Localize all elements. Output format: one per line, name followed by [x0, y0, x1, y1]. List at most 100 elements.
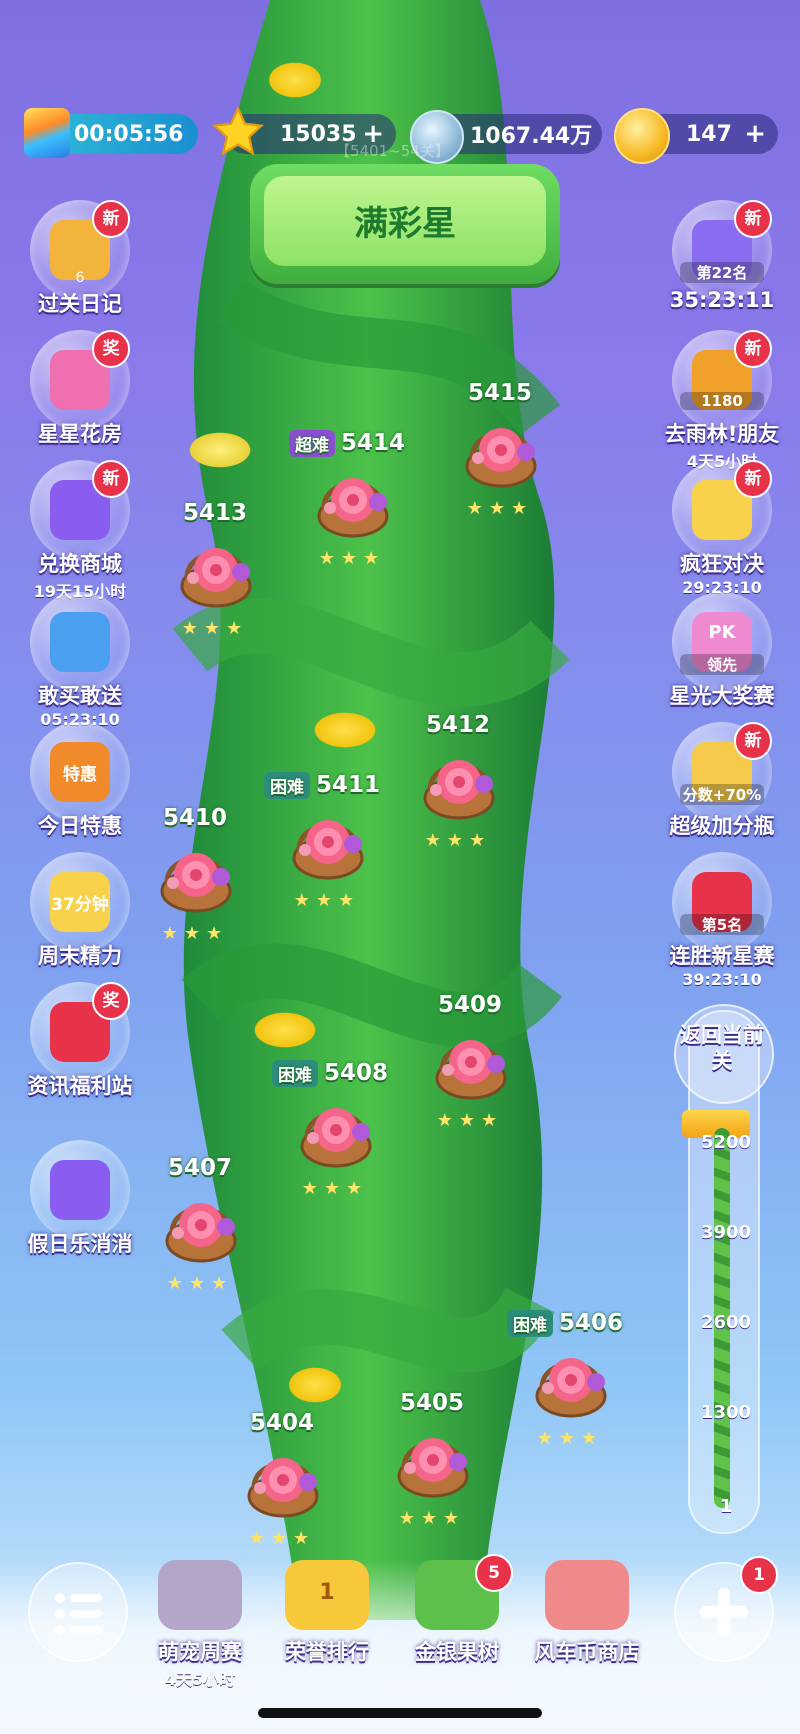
- feature-news-welfare[interactable]: 奖资讯福利站: [20, 982, 140, 1100]
- level-node-5407[interactable]: 5407 ★★★: [150, 1155, 250, 1325]
- difficulty-tag: 困难: [271, 1060, 318, 1087]
- level-node-5413[interactable]: 5413 ★★★: [165, 500, 265, 670]
- feature-badge: 新: [734, 200, 772, 238]
- flower-basket-icon: [285, 802, 371, 882]
- feature-star-flower-house[interactable]: 奖星星花房: [20, 330, 140, 448]
- bottom-windmill-shop[interactable]: 风车币商店: [522, 1560, 652, 1666]
- level-stars: ★★★: [536, 1428, 604, 1449]
- bottom-label: 风车币商店: [534, 1640, 640, 1664]
- level-node-5404[interactable]: 5404 ★★★: [232, 1410, 332, 1580]
- flower-basket-icon: [293, 1090, 379, 1170]
- feature-bubble: 特惠: [30, 722, 130, 822]
- level-node-5412[interactable]: 5412 ★★★: [408, 712, 508, 882]
- flower-basket-icon: [310, 460, 396, 540]
- home-indicator: [258, 1708, 542, 1718]
- menu-button[interactable]: [28, 1562, 128, 1662]
- feature-ranking-badge[interactable]: 第22名新 35:23:11: [662, 200, 782, 312]
- level-id: 5409: [437, 992, 502, 1018]
- level-stars: ★★★: [181, 618, 249, 639]
- feature-exchange-shop[interactable]: 新兑换商城19天15小时: [20, 460, 140, 602]
- feature-weekend-energy[interactable]: 37分钟 周末精力: [20, 852, 140, 970]
- feature-icon-text: 第5名: [680, 914, 764, 935]
- level-id: 5407: [167, 1155, 232, 1181]
- flower-basket-icon: [428, 1022, 514, 1102]
- level-node-5415[interactable]: 5415 ★★★: [450, 380, 550, 550]
- flower-basket-icon: [173, 530, 259, 610]
- level-id: 5413: [182, 500, 247, 526]
- level-id: 5406: [558, 1310, 623, 1336]
- gold-count: 147: [686, 121, 732, 147]
- level-node-5405[interactable]: 5405 ★★★: [382, 1390, 482, 1560]
- feature-daily-deal[interactable]: 特惠 今日特惠: [20, 722, 140, 840]
- energy-timer: 00:05:56: [74, 121, 184, 147]
- return-current-level-label: 返回当前关: [680, 1023, 764, 1073]
- level-number: 5404: [232, 1410, 332, 1436]
- level-node-5406[interactable]: 困难 5406 ★★★: [506, 1310, 623, 1480]
- add-badge: 1: [740, 1556, 778, 1594]
- bottom-sub: 4天5小时: [164, 1670, 236, 1689]
- feature-win-streak[interactable]: 第5名 连胜新星赛 39:23:10: [662, 852, 782, 989]
- feature-icon-text: 特惠: [63, 765, 97, 785]
- bottom-gold-silver-tree[interactable]: 5 金银果树: [392, 1554, 522, 1666]
- feature-bubble: 第22名 新: [672, 200, 772, 300]
- pet-weekly-icon: [158, 1560, 242, 1630]
- feature-holiday-match[interactable]: 假日乐消消: [20, 1140, 140, 1258]
- level-number: 5405: [382, 1390, 482, 1416]
- windmill-shop-icon: [545, 1560, 629, 1630]
- bottom-pet-weekly[interactable]: 萌宠周赛 4天5小时: [135, 1560, 265, 1690]
- feature-icon-text: 分数+70%: [680, 784, 764, 805]
- level-id: 5404: [249, 1410, 314, 1436]
- feature-pass-diary[interactable]: 6 新过关日记: [20, 200, 140, 318]
- bottom-label: 金银果树: [415, 1640, 499, 1664]
- level-node-5408[interactable]: 困难 5408 ★★★: [271, 1060, 388, 1230]
- flower-cluster: [265, 60, 325, 100]
- holiday-match-icon: [50, 1160, 110, 1220]
- feature-icon-text: 领先: [680, 654, 764, 675]
- feature-bubble: 新: [30, 460, 130, 560]
- feature-starlight-pk[interactable]: PK 领先 星光大奖赛: [662, 592, 782, 710]
- progress-mark: 3900: [700, 1222, 752, 1243]
- feature-rainforest-friends[interactable]: 1180新去雨林!朋友4天5小时: [662, 330, 782, 472]
- lightning-infinity-icon: [24, 108, 70, 158]
- level-number: 5412: [408, 712, 508, 738]
- feature-icon-text: 第22名: [680, 262, 764, 283]
- feature-icon-text: 37分钟: [51, 895, 109, 915]
- level-id: 5408: [323, 1060, 388, 1086]
- flower-basket-icon: [240, 1440, 326, 1520]
- flower-cluster: [285, 1365, 345, 1405]
- difficulty-tag: 困难: [263, 772, 310, 799]
- dare-to-buy-icon: [50, 612, 110, 672]
- progress-mark: 2600: [700, 1312, 752, 1333]
- level-node-5414[interactable]: 超难 5414 ★★★: [288, 430, 405, 600]
- level-number: 5415: [450, 380, 550, 406]
- bottom-honor-ranking[interactable]: 1 荣誉排行: [262, 1560, 392, 1666]
- level-stars: ★★★: [293, 890, 361, 911]
- level-number: 困难 5408: [235, 1060, 425, 1087]
- region-range-ghost: 【5401~54关】: [335, 142, 450, 160]
- feature-bubble: [30, 1140, 130, 1240]
- feature-super-bonus-bottle[interactable]: 分数+70% 新超级加分瓶: [662, 722, 782, 840]
- level-stars: ★★★: [466, 498, 534, 519]
- feature-sub: 39:23:10: [682, 970, 762, 989]
- level-node-5409[interactable]: 5409 ★★★: [420, 992, 520, 1162]
- flower-basket-icon: [458, 410, 544, 490]
- progress-mark: 1300: [700, 1402, 752, 1423]
- feature-bubble: 新: [672, 460, 772, 560]
- feature-icon-text: 1180: [680, 392, 764, 410]
- feature-badge: 新: [92, 200, 130, 238]
- feature-dare-to-buy[interactable]: 敢买敢送 05:23:10: [20, 592, 140, 729]
- level-stars: ★★★: [301, 1178, 369, 1199]
- add-button[interactable]: 1: [674, 1556, 778, 1662]
- level-number: 5410: [145, 805, 245, 831]
- level-number: 5409: [420, 992, 520, 1018]
- level-number: 困难 5411: [227, 772, 417, 799]
- feature-crazy-duel[interactable]: 新疯狂对决 29:23:10: [662, 460, 782, 597]
- feature-bubble: 1180 新: [672, 330, 772, 430]
- gold-coin-icon: [614, 108, 670, 164]
- feature-badge: 新: [734, 330, 772, 368]
- feature-badge: 新: [734, 722, 772, 760]
- level-node-5411[interactable]: 困难 5411 ★★★: [263, 772, 380, 942]
- level-node-5410[interactable]: 5410 ★★★: [145, 805, 245, 975]
- feature-bubble: PK 领先: [672, 592, 772, 692]
- feature-badge: 新: [92, 460, 130, 498]
